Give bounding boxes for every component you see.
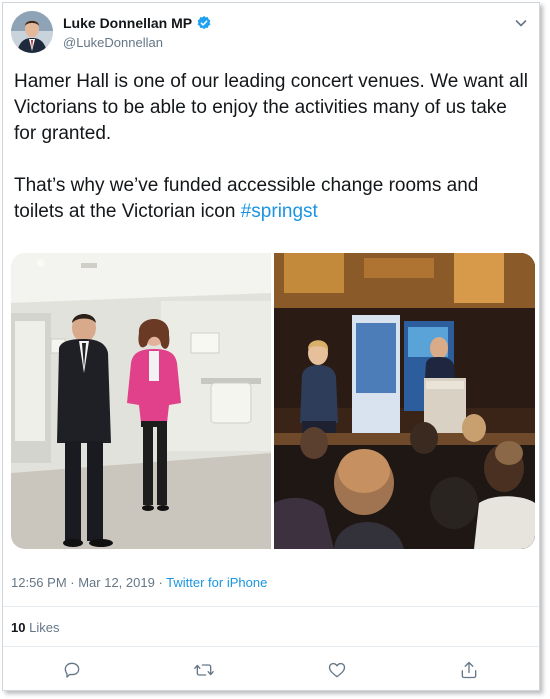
divider [3, 606, 539, 607]
action-bar [3, 655, 539, 685]
heart-icon[interactable] [324, 657, 350, 683]
photo-event-audience[interactable] [274, 253, 535, 549]
tweet-time[interactable]: 12:56 PM [11, 575, 67, 590]
tweet-header: Luke Donnellan MP @LukeDonnellan [11, 11, 531, 57]
avatar[interactable] [11, 11, 53, 53]
author-handle[interactable]: @LukeDonnellan [63, 35, 163, 50]
hashtag-link[interactable]: #springst [241, 201, 318, 222]
share-icon[interactable] [456, 657, 482, 683]
tweet-media [11, 253, 535, 549]
meta-separator: · [66, 575, 79, 590]
tweet-meta: 12:56 PM · Mar 12, 2019 · Twitter for iP… [11, 575, 267, 590]
divider [3, 646, 539, 647]
retweet-icon[interactable] [191, 657, 217, 683]
tweet-text: Hamer Hall is one of our leading concert… [14, 69, 529, 225]
likes-number: 10 [11, 620, 26, 635]
tweet-card: Luke Donnellan MP @LukeDonnellan Hamer H… [2, 2, 540, 691]
photo-change-room[interactable] [11, 253, 271, 549]
tweet-paragraph: That’s why we’ve funded accessible chang… [14, 173, 529, 225]
likes-count[interactable]: 10 Likes [11, 620, 59, 635]
tweet-date[interactable]: Mar 12, 2019 [78, 575, 155, 590]
chevron-down-icon[interactable] [511, 13, 531, 33]
reply-icon[interactable] [59, 657, 85, 683]
meta-separator: · [154, 575, 167, 590]
tweet-source-link[interactable]: Twitter for iPhone [166, 575, 267, 590]
likes-label: Likes [29, 620, 60, 635]
author-name[interactable]: Luke Donnellan MP [63, 15, 192, 31]
verified-badge-icon [196, 15, 212, 31]
tweet-paragraph: Hamer Hall is one of our leading concert… [14, 71, 528, 144]
